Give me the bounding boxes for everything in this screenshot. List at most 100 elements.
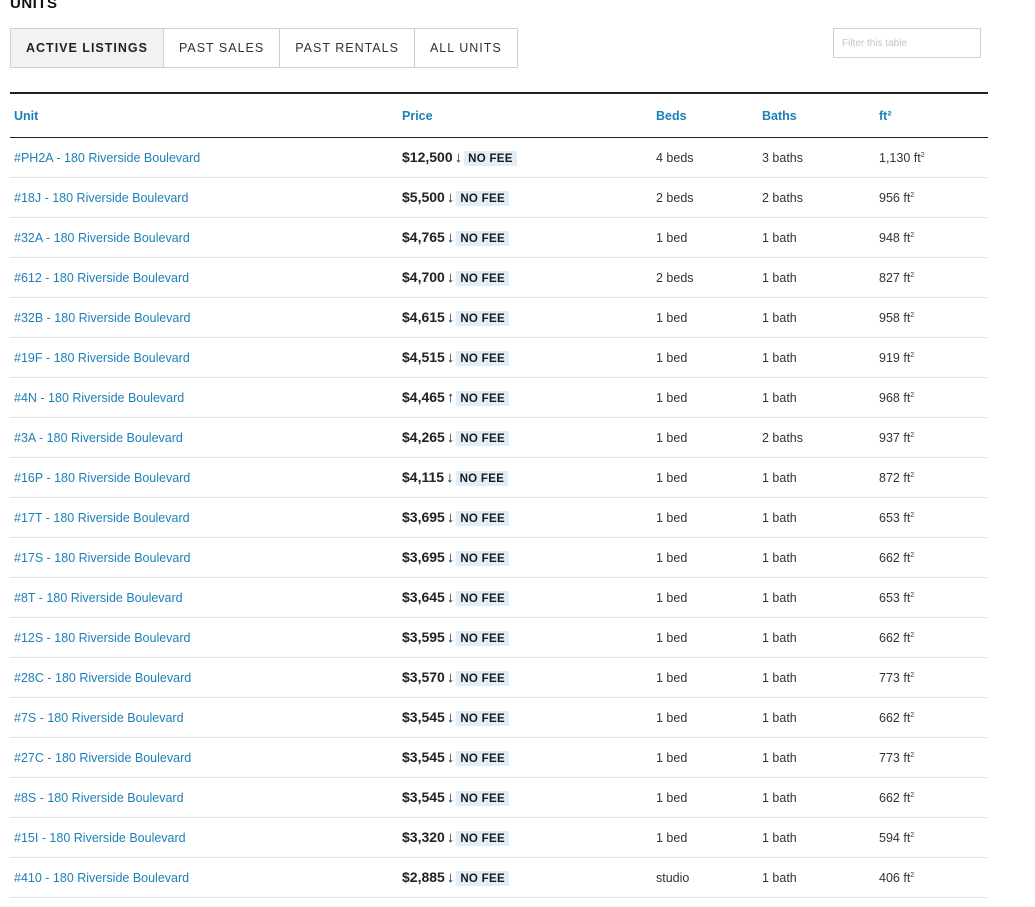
unit-cell: #17T - 180 Riverside Boulevard <box>10 497 398 538</box>
arrow-down-icon: ↓ <box>446 869 455 886</box>
arrow-down-icon: ↓ <box>446 709 455 726</box>
baths-cell: 1 bath <box>758 857 874 898</box>
tab-past-rentals[interactable]: PAST RENTALS <box>279 28 415 68</box>
unit-link[interactable]: #7S - 180 Riverside Boulevard <box>14 711 184 725</box>
table-row[interactable]: #15I - 180 Riverside Boulevard $3,320 ↓ NO … <box>10 817 988 858</box>
unit-link[interactable]: #27C - 180 Riverside Boulevard <box>14 751 191 765</box>
price-cell: $2,885 ↓ NO FEE <box>398 857 652 898</box>
sqft-value: 406 <box>879 870 900 885</box>
unit-cell: #19F - 180 Riverside Boulevard <box>10 337 398 378</box>
beds-cell: 4 beds <box>652 137 758 178</box>
sqft-cell: 653 ft2 <box>874 577 988 618</box>
no-fee-badge: NO FEE <box>456 631 509 646</box>
table-row[interactable]: #3A - 180 Riverside Boulevard $4,265 ↓ NO F… <box>10 417 988 458</box>
tab-all-units[interactable]: ALL UNITS <box>413 28 518 68</box>
table-row[interactable]: #16P - 180 Riverside Boulevard $4,115 ↓ NO … <box>10 457 988 498</box>
unit-link[interactable]: #16P - 180 Riverside Boulevard <box>14 471 190 485</box>
unit-link[interactable]: #410 - 180 Riverside Boulevard <box>14 871 189 885</box>
sqft-superscript: 2 <box>910 831 915 839</box>
table-row[interactable]: #8S - 180 Riverside Boulevard $3,545 ↓ NO F… <box>10 777 988 818</box>
price-cell: $4,465 ↑ NO FEE <box>398 377 652 418</box>
price-cell: $4,700 ↓ NO FEE <box>398 257 652 298</box>
unit-link[interactable]: #17S - 180 Riverside Boulevard <box>14 551 191 565</box>
beds-cell: 1 bed <box>652 417 758 458</box>
column-header-baths[interactable]: Baths <box>758 93 874 138</box>
sqft-cell: 653 ft2 <box>874 497 988 538</box>
sqft-superscript: 2 <box>910 351 915 359</box>
price-cell: $3,595 ↓ NO FEE <box>398 617 652 658</box>
sqft-cell: 968 ft2 <box>874 377 988 418</box>
table-row[interactable]: #17S - 180 Riverside Boulevard $3,695 ↓ NO … <box>10 537 988 578</box>
table-row[interactable]: #4N - 180 Riverside Boulevard $4,465 ↑ NO F… <box>10 377 988 418</box>
table-row[interactable]: #27C - 180 Riverside Boulevard $3,545 ↓ NO … <box>10 737 988 778</box>
price-cell: $3,570 ↓ NO FEE <box>398 657 652 698</box>
unit-cell: #27C - 180 Riverside Boulevard <box>10 737 398 778</box>
sqft-superscript: 2 <box>910 231 915 239</box>
column-header-beds[interactable]: Beds <box>652 93 758 138</box>
arrow-down-icon: ↓ <box>446 309 455 326</box>
sqft-value: 1,130 <box>879 150 911 165</box>
tab-active-listings[interactable]: ACTIVE LISTINGS <box>10 28 164 68</box>
tab-past-sales[interactable]: PAST SALES <box>162 28 281 68</box>
column-header-sqft[interactable]: ft² <box>874 93 988 138</box>
sqft-value: 662 <box>879 550 900 565</box>
arrow-up-icon: ↑ <box>446 389 455 406</box>
unit-link[interactable]: #19F - 180 Riverside Boulevard <box>14 351 190 365</box>
sqft-superscript: 2 <box>910 471 915 479</box>
beds-cell: 1 bed <box>652 377 758 418</box>
unit-link[interactable]: #8T - 180 Riverside Boulevard <box>14 591 183 605</box>
table-row[interactable]: #8T - 180 Riverside Boulevard $3,645 ↓ NO F… <box>10 577 988 618</box>
sqft-cell: 773 ft2 <box>874 657 988 698</box>
arrow-down-icon: ↓ <box>446 789 455 806</box>
beds-cell: 2 beds <box>652 257 758 298</box>
price-cell: $4,115 ↓ NO FEE <box>398 457 652 498</box>
unit-link[interactable]: #8S - 180 Riverside Boulevard <box>14 791 184 805</box>
sqft-value: 594 <box>879 830 900 845</box>
baths-cell: 1 bath <box>758 617 874 658</box>
table-row[interactable]: #18J - 180 Riverside Boulevard $5,500 ↓ NO … <box>10 177 988 218</box>
baths-cell: 1 bath <box>758 217 874 258</box>
table-row[interactable]: #7S - 180 Riverside Boulevard $3,545 ↓ NO F… <box>10 697 988 738</box>
baths-cell: 1 bath <box>758 577 874 618</box>
arrow-down-icon: ↓ <box>446 749 455 766</box>
sqft-value: 662 <box>879 710 900 725</box>
table-row[interactable]: #12S - 180 Riverside Boulevard $3,595 ↓ NO … <box>10 617 988 658</box>
price-value: $3,545 <box>402 749 445 765</box>
unit-cell: #4N - 180 Riverside Boulevard <box>10 377 398 418</box>
table-row[interactable]: #28C - 180 Riverside Boulevard $3,570 ↓ NO … <box>10 657 988 698</box>
table-row[interactable]: #PH2A - 180 Riverside Boulevard $12,500 ↓ N… <box>10 137 988 178</box>
unit-link[interactable]: #17T - 180 Riverside Boulevard <box>14 511 190 525</box>
unit-link[interactable]: #4N - 180 Riverside Boulevard <box>14 391 184 405</box>
no-fee-badge: NO FEE <box>456 871 509 886</box>
no-fee-badge: NO FEE <box>456 671 509 686</box>
unit-cell: #3A - 180 Riverside Boulevard <box>10 417 398 458</box>
unit-link[interactable]: #32A - 180 Riverside Boulevard <box>14 231 190 245</box>
sqft-value: 662 <box>879 790 900 805</box>
unit-link[interactable]: #32B - 180 Riverside Boulevard <box>14 311 191 325</box>
unit-link[interactable]: #18J - 180 Riverside Boulevard <box>14 191 188 205</box>
unit-link[interactable]: #PH2A - 180 Riverside Boulevard <box>14 151 200 165</box>
column-header-unit[interactable]: Unit <box>10 93 398 138</box>
beds-cell: 1 bed <box>652 497 758 538</box>
table-row[interactable]: #32B - 180 Riverside Boulevard $4,615 ↓ NO … <box>10 297 988 338</box>
sqft-value: 948 <box>879 230 900 245</box>
filter-table-input[interactable] <box>833 28 981 58</box>
table-row[interactable]: #612 - 180 Riverside Boulevard $4,700 ↓ NO … <box>10 257 988 298</box>
table-row[interactable]: #32A - 180 Riverside Boulevard $4,765 ↓ NO … <box>10 217 988 258</box>
price-value: $3,695 <box>402 549 445 565</box>
unit-link[interactable]: #3A - 180 Riverside Boulevard <box>14 431 183 445</box>
table-row[interactable]: #17T - 180 Riverside Boulevard $3,695 ↓ NO … <box>10 497 988 538</box>
beds-cell: 1 bed <box>652 457 758 498</box>
unit-link[interactable]: #15I - 180 Riverside Boulevard <box>14 831 186 845</box>
table-header-row: Unit Price Beds Baths ft² <box>10 93 988 138</box>
table-row[interactable]: #19F - 180 Riverside Boulevard $4,515 ↓ NO … <box>10 337 988 378</box>
sqft-value: 919 <box>879 350 900 365</box>
price-value: $4,515 <box>402 349 445 365</box>
arrow-down-icon: ↓ <box>446 269 455 286</box>
table-row[interactable]: #410 - 180 Riverside Boulevard $2,885 ↓ NO … <box>10 857 988 898</box>
unit-link[interactable]: #612 - 180 Riverside Boulevard <box>14 271 189 285</box>
sqft-superscript: 2 <box>910 391 915 399</box>
column-header-price[interactable]: Price <box>398 93 652 138</box>
unit-link[interactable]: #28C - 180 Riverside Boulevard <box>14 671 191 685</box>
unit-link[interactable]: #12S - 180 Riverside Boulevard <box>14 631 191 645</box>
